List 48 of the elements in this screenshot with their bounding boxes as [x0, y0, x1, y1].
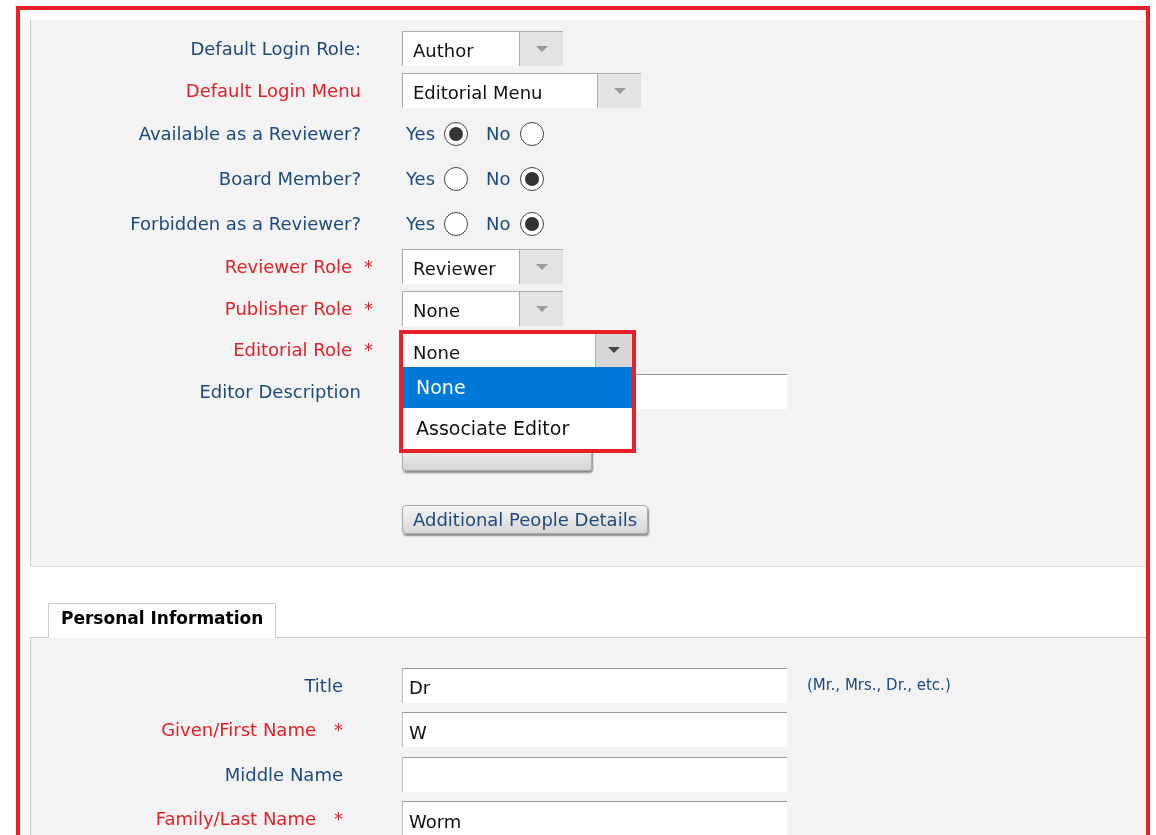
radio-label: No: [486, 168, 511, 189]
dropdown-select[interactable]: Author: [402, 31, 563, 67]
input-field[interactable]: W: [402, 712, 787, 748]
input-field[interactable]: [402, 756, 787, 792]
radio-label: Yes: [406, 123, 436, 144]
radio-button[interactable]: [444, 121, 469, 146]
dropdown-select[interactable]: None: [402, 290, 563, 326]
radio-button[interactable]: [519, 166, 544, 191]
field-label: Default Login Menu: [185, 79, 361, 101]
dropdown-option[interactable]: Associate Editor: [403, 407, 632, 449]
radio-button[interactable]: [444, 211, 469, 236]
additional-details-button[interactable]: Additional People Details: [402, 505, 648, 534]
field-label: Editor Description: [199, 380, 361, 402]
radio-button[interactable]: [519, 121, 544, 146]
input-field[interactable]: Worm: [402, 801, 787, 835]
caret-icon: [535, 46, 548, 53]
field-label: Available as a Reviewer?: [138, 123, 361, 144]
radio-button[interactable]: [519, 211, 544, 236]
field-label: Editorial Role: [233, 339, 352, 361]
required-mark: *: [333, 719, 343, 741]
caret-icon: [613, 87, 626, 94]
caret-icon: [535, 264, 548, 271]
field-label: Publisher Role: [224, 297, 352, 319]
required-mark: *: [333, 808, 343, 830]
radio-button[interactable]: [444, 166, 469, 191]
field-label: Default Login Role:: [190, 38, 361, 60]
field-label: Middle Name: [224, 763, 343, 785]
radio-label: Yes: [406, 168, 436, 189]
radio-label: No: [486, 123, 511, 144]
required-mark: *: [364, 339, 373, 361]
input-field[interactable]: Dr: [402, 667, 787, 703]
required-mark: *: [364, 297, 373, 319]
field-label: Forbidden as a Reviewer?: [130, 213, 361, 234]
field-label: Board Member?: [218, 168, 361, 189]
required-mark: *: [364, 256, 373, 278]
caret-icon: [535, 305, 548, 312]
dropdown-select[interactable]: Reviewer: [402, 249, 563, 285]
dropdown-select[interactable]: Editorial Menu: [402, 72, 641, 108]
dropdown-option[interactable]: None: [403, 366, 632, 408]
field-label: Family/Last Name: [155, 808, 316, 830]
section-tab[interactable]: Personal Information: [48, 603, 277, 638]
field-label: Reviewer Role: [224, 256, 352, 278]
radio-label: Yes: [406, 213, 436, 234]
caret-icon: [608, 347, 620, 354]
field-hint: (Mr., Mrs., Dr., etc.): [807, 676, 951, 695]
radio-label: No: [486, 213, 511, 234]
field-label: Given/First Name: [161, 719, 316, 741]
field-label: Title: [304, 674, 343, 696]
